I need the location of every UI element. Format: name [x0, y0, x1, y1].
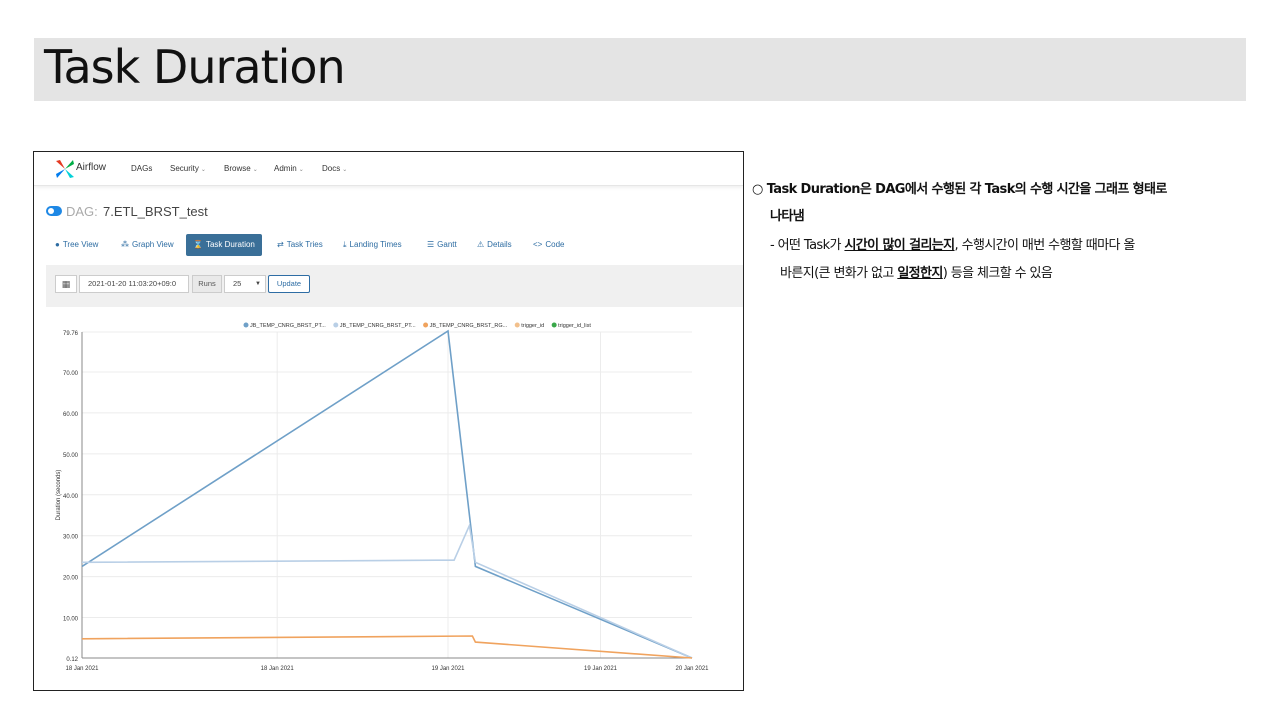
note-line-2: 바른지(큰 변화가 없고 일정한지) 등을 체크할 수 있음 [780, 266, 1053, 281]
legend-marker [551, 322, 557, 328]
tab-task-duration[interactable]: ⌛ Task Duration [186, 234, 262, 256]
y-tick-label: 50.00 [63, 453, 79, 459]
hourglass-icon: ⌛ [193, 240, 203, 249]
update-button[interactable]: Update [268, 275, 310, 293]
y-tick-label: 79.76 [63, 331, 79, 337]
warning-icon: ⚠ [477, 240, 485, 249]
tab-landing-times[interactable]: ⤓ Landing Times [336, 234, 409, 256]
notes-panel: ○ Task Duration은 DAG에서 수행된 각 Task의 수행 시간… [752, 176, 1252, 288]
view-tabs: ● Tree View ⁂ Graph View ⌛ Task Duration ⇄ T… [46, 234, 736, 256]
note-line-1: - 어떤 Task가 시간이 많이 걸리는지, 수행시간이 매번 수행할 때마다… [770, 238, 1135, 253]
tab-details[interactable]: ⚠ Details [470, 234, 519, 256]
gantt-icon: ☰ [427, 240, 435, 249]
tab-tree-view[interactable]: ● Tree View [48, 234, 105, 256]
legend-label: JB_TEMP_CNRG_BRST_PT... [250, 323, 326, 329]
legend-label: JB_TEMP_CNRG_BRST_RG... [430, 323, 508, 329]
legend-marker [333, 322, 339, 328]
base-date-input[interactable]: 2021-01-20 11:03:20+09:0 [79, 275, 189, 293]
top-navbar: Airflow DAGs Security ⌄ Browse ⌄ Admin ⌄ Do… [34, 152, 743, 186]
caret-down-icon: ▼ [255, 281, 261, 287]
tab-code[interactable]: <> Code [526, 234, 571, 256]
x-tick-label: 20 Jan 2021 [675, 666, 709, 672]
y-tick-label: 70.00 [63, 371, 79, 377]
code-icon: <> [533, 240, 543, 249]
airflow-brand[interactable]: Airflow [76, 162, 106, 173]
y-axis-label: Duration (seconds) [56, 470, 62, 521]
tab-gantt[interactable]: ☰ Gantt [420, 234, 464, 256]
y-tick-label: 30.00 [63, 535, 79, 541]
dag-prefix: DAG: [66, 204, 98, 219]
airflow-screenshot: Airflow DAGs Security ⌄ Browse ⌄ Admin ⌄ Do… [33, 151, 744, 691]
chevron-down-icon: ⌄ [200, 167, 206, 173]
chevron-down-icon: ⌄ [298, 167, 304, 173]
x-tick-label: 18 Jan 2021 [65, 666, 99, 672]
legend-marker [514, 322, 520, 328]
y-tick-label: 60.00 [63, 412, 79, 418]
bullet-icon: ○ [752, 182, 763, 197]
task-duration-chart: 0.12 10.00 20.00 30.00 40.00 50.00 60.00 70.00 7… [56, 322, 709, 672]
legend-marker [243, 322, 249, 328]
runs-label: Runs [192, 275, 222, 293]
y-tick-label: 20.00 [63, 576, 79, 582]
dag-name: 7.ETL_BRST_test [103, 204, 208, 219]
x-tick-label: 19 Jan 2021 [584, 666, 618, 672]
nav-admin[interactable]: Admin ⌄ [274, 164, 304, 173]
filter-bar: ▦ 2021-01-20 11:03:20+09:0 Runs 25 ▼ Upda… [46, 265, 743, 307]
slide: Task Duration Airflow DAGs Security ⌄ Bro… [0, 0, 1280, 720]
legend-label: JB_TEMP_CNRG_BRST_PT... [340, 323, 416, 329]
legend-label: trigger_id [521, 323, 544, 329]
chevron-down-icon: ⌄ [252, 167, 258, 173]
note-body: - 어떤 Task가 시간이 많이 걸리는지, 수행시간이 매번 수행할 때마다… [752, 232, 1252, 288]
legend-label: trigger_id_list [558, 323, 591, 329]
y-tick-label: 10.00 [63, 617, 79, 623]
landing-icon: ⤓ [343, 240, 347, 249]
airflow-logo-icon[interactable] [54, 158, 76, 180]
y-tick-label: 0.12 [66, 657, 78, 663]
tries-icon: ⇄ [277, 240, 284, 249]
x-tick-label: 19 Jan 2021 [431, 666, 465, 672]
x-tick-label: 18 Jan 2021 [261, 666, 295, 672]
title-bar: Task Duration [34, 38, 1246, 101]
tab-task-tries[interactable]: ⇄ Task Tries [270, 234, 330, 256]
legend-marker [423, 322, 429, 328]
tab-graph-view[interactable]: ⁂ Graph View [114, 234, 181, 256]
dag-pause-toggle[interactable] [46, 206, 62, 216]
tree-icon: ● [55, 240, 60, 249]
nav-dags[interactable]: DAGs [131, 164, 152, 173]
nav-security[interactable]: Security ⌄ [170, 164, 206, 173]
runs-select[interactable]: 25 ▼ [224, 275, 266, 293]
chevron-down-icon: ⌄ [342, 167, 348, 173]
y-tick-label: 40.00 [63, 494, 79, 500]
calendar-icon[interactable]: ▦ [55, 275, 77, 293]
note-heading: ○ Task Duration은 DAG에서 수행된 각 Task의 수행 시간… [752, 182, 1167, 224]
nav-browse[interactable]: Browse ⌄ [224, 164, 258, 173]
nav-docs[interactable]: Docs ⌄ [322, 164, 347, 173]
slide-title: Task Duration [44, 40, 346, 94]
graph-icon: ⁂ [121, 240, 129, 249]
